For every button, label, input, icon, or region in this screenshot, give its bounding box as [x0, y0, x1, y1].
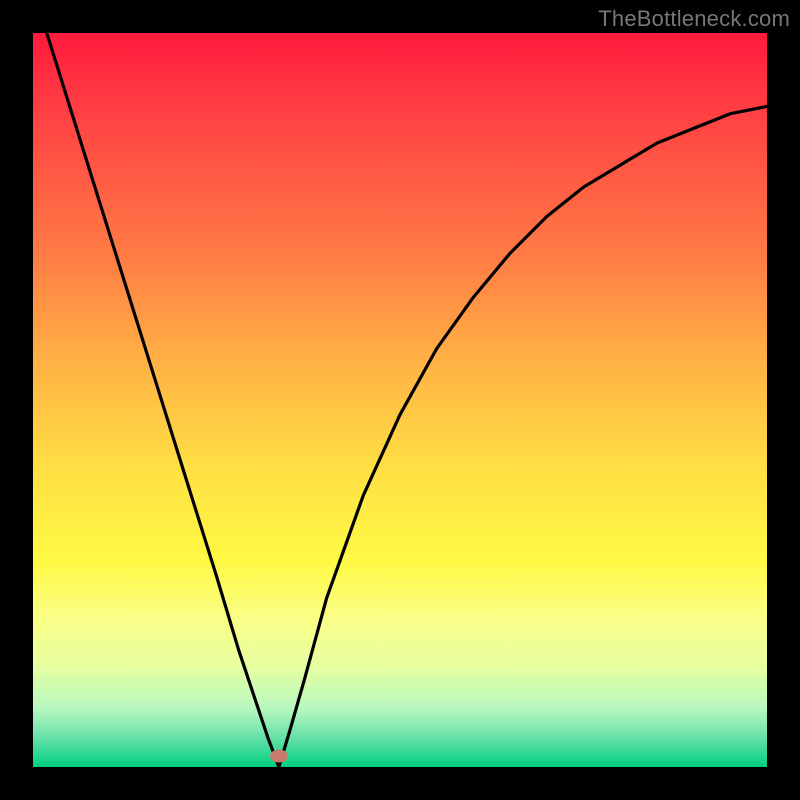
optimum-marker	[270, 749, 288, 762]
curve-svg	[33, 33, 767, 767]
plot-area	[33, 33, 767, 767]
watermark-text: TheBottleneck.com	[598, 6, 790, 32]
chart-frame: TheBottleneck.com	[0, 0, 800, 800]
bottleneck-curve-line	[33, 33, 767, 767]
